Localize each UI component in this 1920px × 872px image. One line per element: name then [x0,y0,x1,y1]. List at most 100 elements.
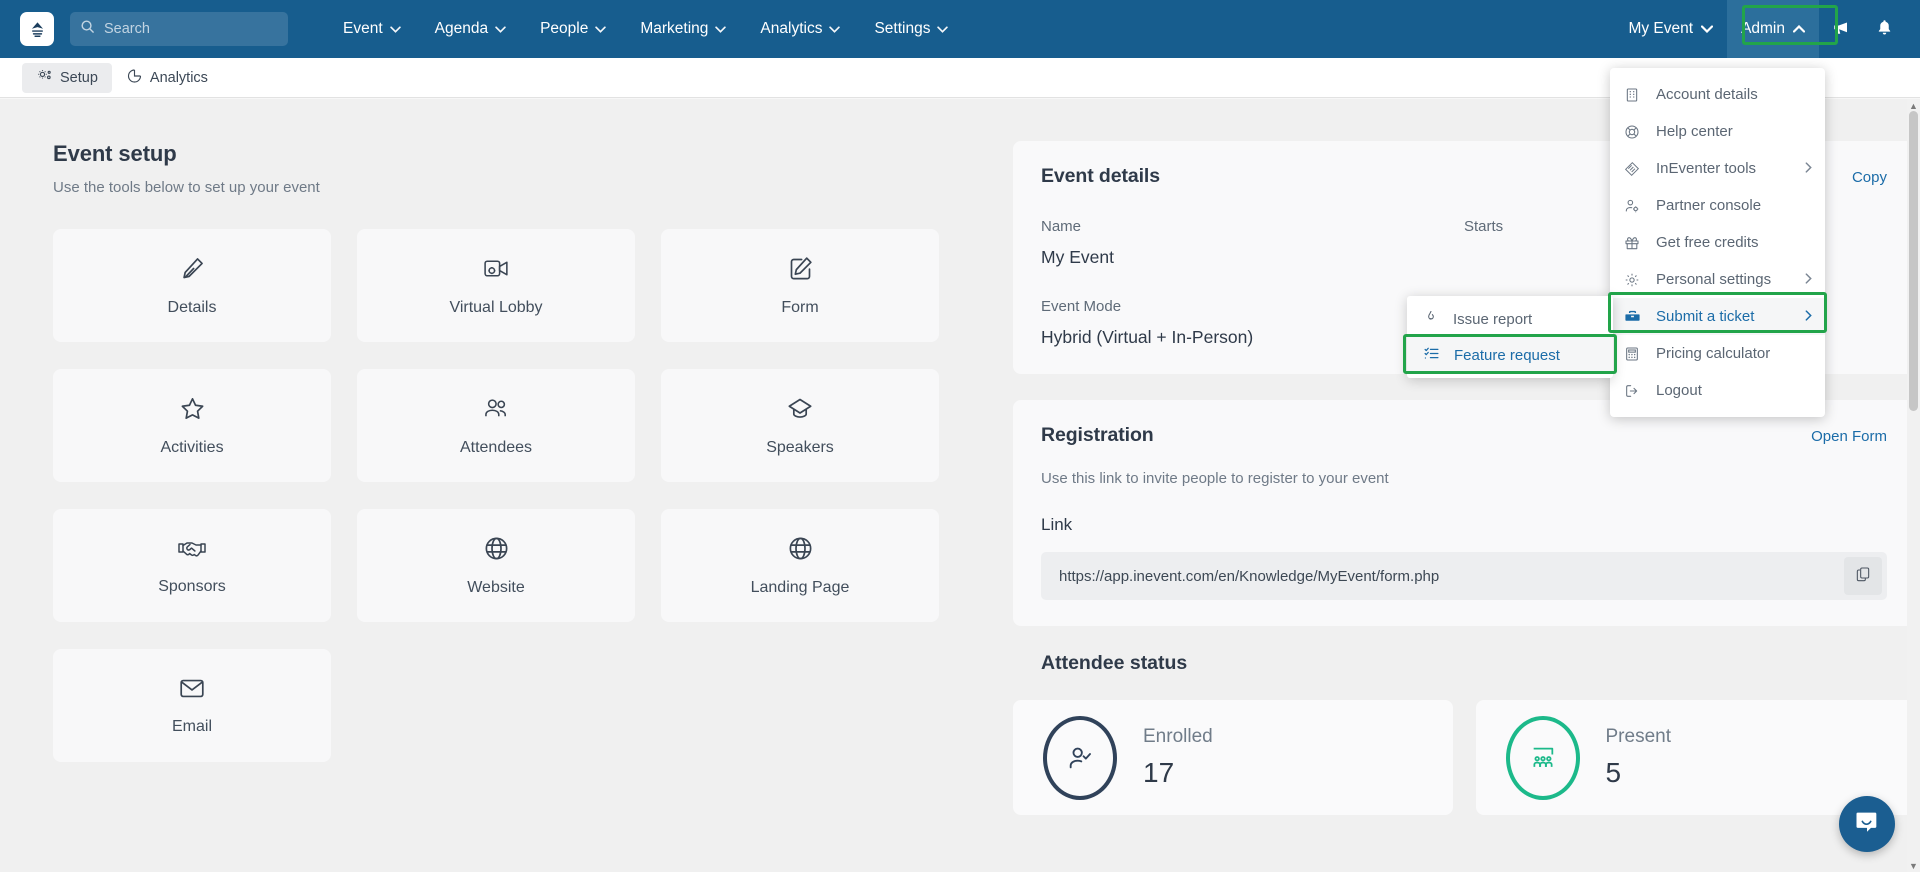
stat-card-present[interactable]: Present 5 [1475,700,1915,815]
gear-icon [1624,272,1642,288]
setup-card-label: Speakers [766,438,834,456]
menu-item-account-details[interactable]: Account details [1610,76,1825,113]
setup-card-label: Virtual Lobby [449,298,543,316]
menu-item-partner-console[interactable]: Partner console [1610,187,1825,224]
setup-card-virtual-lobby[interactable]: Virtual Lobby [357,229,635,342]
registration-link-value: https://app.inevent.com/en/Knowledge/MyE… [1059,567,1440,585]
submenu-item-label: Feature request [1454,346,1560,364]
admin-label: Admin [1741,20,1785,37]
chevron-down-icon [715,20,727,38]
setup-card-activities[interactable]: Activities [53,369,331,482]
handshake-icon [177,535,207,561]
people-icon [482,395,511,422]
submenu-item-issue-report[interactable]: Issue report [1407,301,1613,337]
nav-item-analytics[interactable]: Analytics [743,0,857,58]
event-name-field: Name My Event [1041,218,1464,268]
menu-item-logout[interactable]: Logout [1610,372,1825,409]
setup-card-email[interactable]: Email [53,649,331,762]
nav-item-settings[interactable]: Settings [857,0,965,58]
flame-icon [1423,309,1439,329]
chat-widget-button[interactable] [1839,796,1895,852]
chevron-down-icon [389,20,401,38]
menu-item-label: Get free credits [1656,234,1759,251]
nav-item-people[interactable]: People [523,0,623,58]
menu-item-label: Personal settings [1656,271,1772,288]
chevron-down-icon [495,20,506,38]
pencil-icon [179,255,206,282]
setup-card-attendees[interactable]: Attendees [357,369,635,482]
nav-label: Marketing [640,20,709,37]
registration-link-label: Link [1041,515,1073,534]
registration-link-field[interactable]: https://app.inevent.com/en/Knowledge/MyE… [1041,552,1887,600]
registration-title: Registration [1041,424,1154,446]
chevron-down-icon [595,20,607,38]
logout-icon [1624,383,1642,399]
lifebuoy-icon [1624,124,1642,140]
stat-text-present: Present 5 [1606,726,1671,789]
stat-text-enrolled: Enrolled 17 [1143,726,1213,789]
setup-card-label: Attendees [459,438,533,456]
event-selector[interactable]: My Event [1614,0,1727,58]
nav-item-event[interactable]: Event [326,0,418,58]
stat-card-enrolled[interactable]: Enrolled 17 [1013,700,1453,815]
main-nav-items: Event Agenda People Marketing Analytics … [326,0,965,58]
menu-item-pricing-calculator[interactable]: Pricing calculator [1610,335,1825,372]
page-scrollbar[interactable]: ▲ ▼ [1907,99,1920,872]
chat-smile-icon [1853,808,1881,841]
tab-setup[interactable]: Setup [22,62,112,93]
setup-card-speakers[interactable]: Speakers [661,369,939,482]
copy-event-details-link[interactable]: Copy [1852,169,1887,186]
scrollbar-thumb[interactable] [1909,111,1918,411]
submenu-item-feature-request[interactable]: Feature request [1407,337,1613,373]
open-form-link[interactable]: Open Form [1811,428,1887,445]
setup-card-grid: Details Virtual Lobby Form Activities At… [53,229,958,762]
top-navigation-bar: Event Agenda People Marketing Analytics … [0,0,1920,58]
copy-link-button[interactable] [1844,557,1882,595]
attendee-status-section: Attendee status Enrolled 17 Present 5 [1013,652,1915,815]
admin-menu-button[interactable]: Admin [1727,0,1819,58]
audience-icon [1505,715,1580,800]
event-details-title: Event details [1041,165,1160,187]
page-subtitle: Use the tools below to set up your event [53,179,320,196]
announcement-button[interactable] [1819,0,1863,58]
search-box[interactable] [70,12,288,46]
setup-card-form[interactable]: Form [661,229,939,342]
event-mode-label: Event Mode [1041,298,1122,315]
inevent-logo-icon[interactable] [20,12,54,46]
registration-description: Use this link to invite people to regist… [1041,470,1389,487]
setup-card-sponsors[interactable]: Sponsors [53,509,331,622]
copy-icon [1855,566,1871,587]
nav-item-marketing[interactable]: Marketing [623,0,743,58]
chevron-down-icon [937,20,949,38]
menu-item-personal-settings[interactable]: Personal settings [1610,261,1825,298]
setup-card-details[interactable]: Details [53,229,331,342]
tab-label: Setup [60,69,98,86]
setup-card-label: Sponsors [158,578,226,595]
setup-card-website[interactable]: Website [357,509,635,622]
nav-item-agenda[interactable]: Agenda [418,0,523,58]
menu-item-submit-a-ticket[interactable]: Submit a ticket [1610,298,1825,335]
submenu-item-label: Issue report [1453,310,1533,328]
tab-analytics[interactable]: Analytics [112,63,222,93]
chevron-down-icon [829,20,841,38]
star-icon [179,395,206,422]
menu-item-get-free-credits[interactable]: Get free credits [1610,224,1825,261]
notifications-button[interactable] [1863,0,1906,58]
nav-label: Event [343,20,383,37]
search-input[interactable] [104,21,278,37]
menu-item-ineventer-tools[interactable]: InEventer tools [1610,150,1825,187]
nav-label: Agenda [434,20,489,37]
setup-card-landing-page[interactable]: Landing Page [661,509,939,622]
stat-label: Enrolled [1143,726,1213,747]
topbar-right-group: My Event Admin [1614,0,1920,58]
envelope-icon [178,676,206,701]
menu-item-label: Account details [1656,86,1758,103]
menu-item-help-center[interactable]: Help center [1610,113,1825,150]
tab-label: Analytics [149,69,208,86]
stat-value: 17 [1143,757,1175,788]
tab-group: Setup Analytics [22,62,222,93]
menu-item-label: Logout [1656,382,1702,399]
nav-label: People [540,20,589,37]
scroll-down-arrow[interactable]: ▼ [1907,859,1920,872]
admin-dropdown-menu: Account details Help center InEventer to… [1610,68,1825,417]
